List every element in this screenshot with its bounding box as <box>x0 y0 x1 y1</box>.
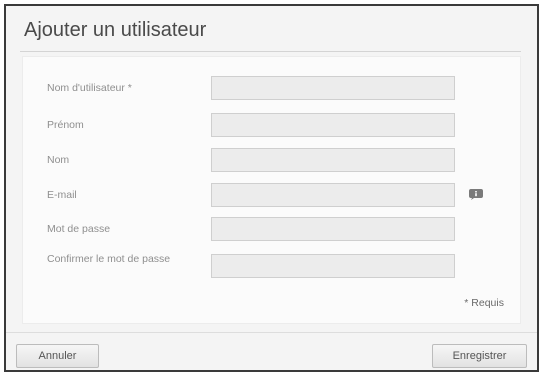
required-note: * Requis <box>464 297 504 309</box>
confirm-password-input[interactable] <box>211 254 455 278</box>
field-row-email: E-mail <box>23 183 520 213</box>
last-name-label: Nom <box>47 154 70 166</box>
first-name-input[interactable] <box>211 113 455 137</box>
field-row-password: Mot de passe <box>23 217 520 247</box>
field-row-username: Nom d'utilisateur * <box>23 76 520 106</box>
add-user-dialog: Ajouter un utilisateur Nom d'utilisateur… <box>4 4 539 372</box>
username-input[interactable] <box>211 76 455 100</box>
first-name-label: Prénom <box>47 119 84 131</box>
email-label: E-mail <box>47 189 77 201</box>
info-bubble-icon[interactable] <box>469 189 483 200</box>
save-button[interactable]: Enregistrer <box>432 344 527 368</box>
dialog-title: Ajouter un utilisateur <box>24 19 207 41</box>
password-input[interactable] <box>211 217 455 241</box>
last-name-input[interactable] <box>211 148 455 172</box>
username-label: Nom d'utilisateur * <box>47 82 132 94</box>
field-row-last-name: Nom <box>23 148 520 178</box>
user-form-panel: Nom d'utilisateur * Prénom Nom E-mail Mo… <box>22 56 521 324</box>
field-row-first-name: Prénom <box>23 113 520 143</box>
cancel-button[interactable]: Annuler <box>16 344 99 368</box>
email-input[interactable] <box>211 183 455 207</box>
title-divider <box>20 51 521 52</box>
field-row-confirm-password: Confirmer le mot de passe <box>23 253 520 284</box>
confirm-password-label: Confirmer le mot de passe <box>47 253 171 265</box>
password-label: Mot de passe <box>47 223 111 235</box>
footer-divider <box>6 332 537 333</box>
